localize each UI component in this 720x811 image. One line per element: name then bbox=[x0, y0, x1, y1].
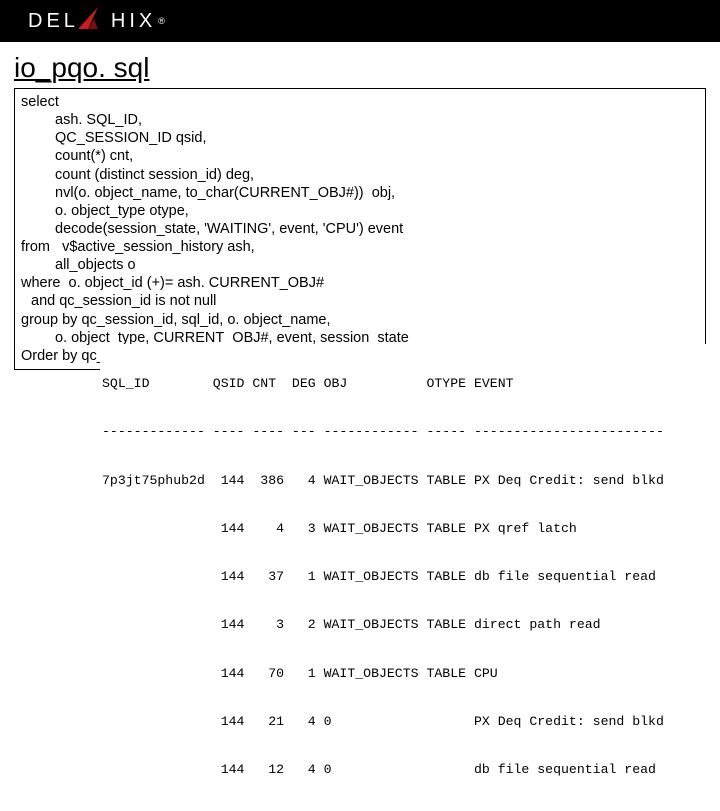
sql-line: and qc_session_id is not null bbox=[21, 292, 699, 310]
sql-line: group by qc_session_id, sql_id, o. objec… bbox=[21, 311, 699, 329]
sql-line: select bbox=[21, 93, 699, 111]
table-row: 144 3 2 WAIT_OBJECTS TABLE direct path r… bbox=[102, 617, 704, 633]
page-title: io_pqo. sql bbox=[14, 52, 706, 84]
logo-text-left: DEL bbox=[28, 10, 79, 33]
sql-line: count(*) cnt, bbox=[21, 147, 699, 165]
table-row: 144 37 1 WAIT_OBJECTS TABLE db file sequ… bbox=[102, 569, 704, 585]
result-table: SQL_ID QSID CNT DEG OBJ OTYPE EVENT ----… bbox=[100, 344, 706, 811]
sql-line: from v$active_session_history ash, bbox=[21, 238, 699, 256]
logo-registered: ® bbox=[158, 16, 165, 26]
page-content: io_pqo. sql select ash. SQL_ID, QC_SESSI… bbox=[0, 42, 720, 811]
sql-line: decode(session_state, 'WAITING', event, … bbox=[21, 220, 699, 238]
logo-text-right: HIX bbox=[111, 10, 156, 33]
table-row: 144 70 1 WAIT_OBJECTS TABLE CPU bbox=[102, 666, 704, 682]
sql-line: o. object_type otype, bbox=[21, 202, 699, 220]
sql-line: where o. object_id (+)= ash. CURRENT_OBJ… bbox=[21, 274, 699, 292]
sql-line: count (distinct session_id) deg, bbox=[21, 166, 699, 184]
header-bar: DEL HIX ® bbox=[0, 0, 720, 42]
table-row: 144 12 4 0 db file sequential read bbox=[102, 762, 704, 778]
sql-line: nvl(o. object_name, to_char(CURRENT_OBJ#… bbox=[21, 184, 699, 202]
sql-line: ash. SQL_ID, bbox=[21, 111, 699, 129]
table-row: 7p3jt75phub2d 144 386 4 WAIT_OBJECTS TAB… bbox=[102, 473, 704, 489]
sql-query-box: select ash. SQL_ID, QC_SESSION_ID qsid, … bbox=[14, 88, 706, 370]
logo: DEL HIX ® bbox=[28, 10, 165, 33]
table-row: 144 21 4 0 PX Deq Credit: send blkd bbox=[102, 714, 704, 730]
sql-line: all_objects o bbox=[21, 256, 699, 274]
table-row: 144 4 3 WAIT_OBJECTS TABLE PX qref latch bbox=[102, 521, 704, 537]
logo-accent-icon bbox=[80, 13, 110, 29]
table-header-row: SQL_ID QSID CNT DEG OBJ OTYPE EVENT bbox=[102, 376, 704, 392]
table-divider-row: ------------- ---- ---- --- ------------… bbox=[102, 424, 704, 440]
sql-line: QC_SESSION_ID qsid, bbox=[21, 129, 699, 147]
